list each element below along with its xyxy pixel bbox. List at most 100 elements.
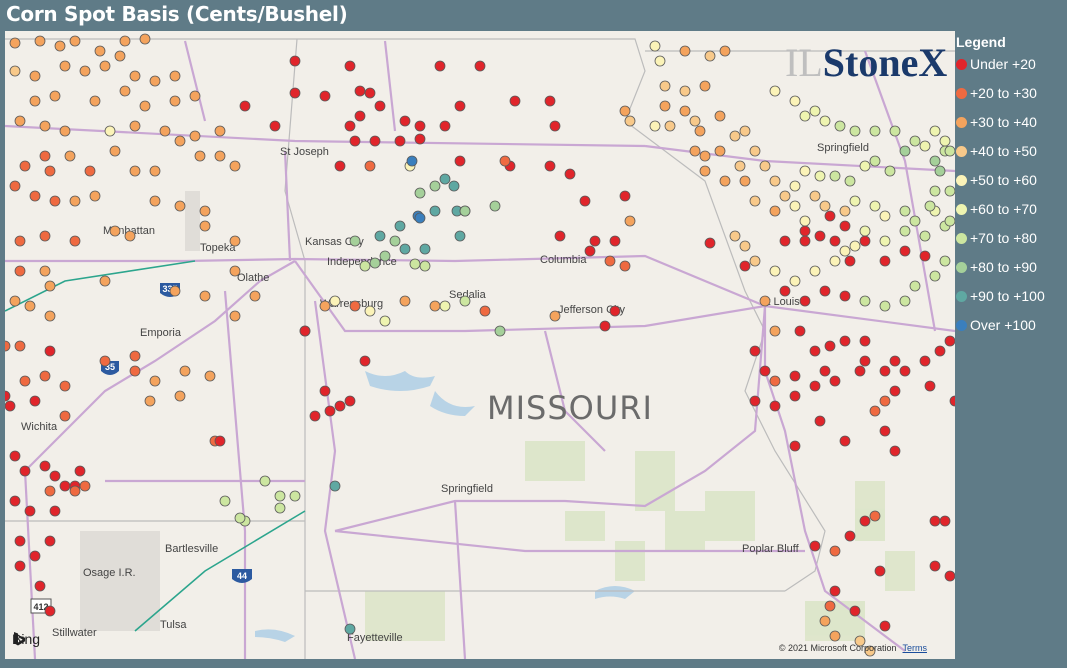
basis-point-marker[interactable] — [829, 630, 841, 642]
basis-point-marker[interactable] — [919, 355, 931, 367]
basis-point-marker[interactable] — [69, 485, 81, 497]
basis-point-marker[interactable] — [429, 300, 441, 312]
basis-point-marker[interactable] — [319, 385, 331, 397]
basis-point-marker[interactable] — [399, 243, 411, 255]
basis-point-marker[interactable] — [599, 320, 611, 332]
basis-point-marker[interactable] — [769, 265, 781, 277]
basis-point-marker[interactable] — [799, 165, 811, 177]
basis-point-marker[interactable] — [249, 290, 261, 302]
basis-point-marker[interactable] — [759, 295, 771, 307]
basis-point-marker[interactable] — [374, 100, 386, 112]
basis-point-marker[interactable] — [14, 560, 26, 572]
basis-point-marker[interactable] — [214, 435, 226, 447]
basis-point-marker[interactable] — [169, 285, 181, 297]
basis-point-marker[interactable] — [544, 95, 556, 107]
basis-point-marker[interactable] — [344, 623, 356, 635]
basis-point-marker[interactable] — [944, 335, 955, 347]
basis-point-marker[interactable] — [704, 50, 716, 62]
basis-point-marker[interactable] — [699, 150, 711, 162]
basis-point-marker[interactable] — [824, 600, 836, 612]
basis-point-marker[interactable] — [919, 140, 931, 152]
basis-point-marker[interactable] — [609, 235, 621, 247]
basis-point-marker[interactable] — [809, 190, 821, 202]
basis-point-marker[interactable] — [59, 480, 71, 492]
basis-point-marker[interactable] — [829, 545, 841, 557]
basis-point-marker[interactable] — [29, 190, 41, 202]
basis-point-marker[interactable] — [99, 60, 111, 72]
basis-point-marker[interactable] — [944, 215, 955, 227]
basis-point-marker[interactable] — [14, 265, 26, 277]
basis-point-marker[interactable] — [19, 375, 31, 387]
basis-point-marker[interactable] — [289, 55, 301, 67]
basis-point-marker[interactable] — [769, 325, 781, 337]
basis-point-marker[interactable] — [809, 105, 821, 117]
basis-point-marker[interactable] — [439, 300, 451, 312]
basis-point-marker[interactable] — [454, 155, 466, 167]
basis-point-marker[interactable] — [839, 435, 851, 447]
basis-point-marker[interactable] — [344, 120, 356, 132]
basis-point-marker[interactable] — [829, 235, 841, 247]
basis-point-marker[interactable] — [854, 365, 866, 377]
basis-point-marker[interactable] — [849, 195, 861, 207]
basis-point-marker[interactable] — [689, 145, 701, 157]
basis-point-marker[interactable] — [924, 200, 936, 212]
basis-point-marker[interactable] — [44, 280, 56, 292]
basis-point-marker[interactable] — [204, 370, 216, 382]
basis-point-marker[interactable] — [679, 85, 691, 97]
basis-point-marker[interactable] — [549, 310, 561, 322]
basis-point-marker[interactable] — [829, 585, 841, 597]
basis-point-marker[interactable] — [99, 355, 111, 367]
basis-point-marker[interactable] — [554, 230, 566, 242]
basis-point-marker[interactable] — [929, 155, 941, 167]
basis-point-marker[interactable] — [789, 440, 801, 452]
basis-point-marker[interactable] — [699, 80, 711, 92]
basis-point-marker[interactable] — [44, 165, 56, 177]
basis-point-marker[interactable] — [769, 175, 781, 187]
basis-point-marker[interactable] — [879, 425, 891, 437]
basis-point-marker[interactable] — [769, 400, 781, 412]
basis-point-marker[interactable] — [399, 295, 411, 307]
basis-point-marker[interactable] — [324, 405, 336, 417]
basis-point-marker[interactable] — [454, 230, 466, 242]
basis-point-marker[interactable] — [879, 235, 891, 247]
basis-point-marker[interactable] — [944, 185, 955, 197]
basis-point-marker[interactable] — [239, 100, 251, 112]
basis-point-marker[interactable] — [839, 205, 851, 217]
basis-point-marker[interactable] — [789, 200, 801, 212]
basis-point-marker[interactable] — [229, 310, 241, 322]
basis-point-marker[interactable] — [929, 185, 941, 197]
basis-point-marker[interactable] — [844, 530, 856, 542]
basis-point-marker[interactable] — [889, 355, 901, 367]
basis-point-marker[interactable] — [369, 257, 381, 269]
basis-point-marker[interactable] — [69, 35, 81, 47]
basis-point-marker[interactable] — [739, 175, 751, 187]
basis-point-marker[interactable] — [749, 395, 761, 407]
basis-point-marker[interactable] — [149, 165, 161, 177]
basis-point-marker[interactable] — [414, 212, 426, 224]
basis-point-marker[interactable] — [624, 115, 636, 127]
basis-point-marker[interactable] — [799, 235, 811, 247]
basis-point-marker[interactable] — [899, 145, 911, 157]
basis-point-marker[interactable] — [199, 205, 211, 217]
basis-point-marker[interactable] — [929, 270, 941, 282]
basis-point-marker[interactable] — [944, 145, 955, 157]
basis-point-marker[interactable] — [479, 305, 491, 317]
basis-point-marker[interactable] — [944, 570, 955, 582]
basis-point-marker[interactable] — [44, 310, 56, 322]
basis-point-marker[interactable] — [874, 565, 886, 577]
basis-point-marker[interactable] — [809, 345, 821, 357]
basis-point-marker[interactable] — [309, 410, 321, 422]
basis-point-marker[interactable] — [924, 380, 936, 392]
basis-point-marker[interactable] — [779, 190, 791, 202]
basis-point-marker[interactable] — [884, 165, 896, 177]
basis-point-marker[interactable] — [829, 170, 841, 182]
basis-point-marker[interactable] — [859, 160, 871, 172]
basis-point-marker[interactable] — [299, 325, 311, 337]
basis-point-marker[interactable] — [939, 135, 951, 147]
basis-point-marker[interactable] — [714, 145, 726, 157]
basis-point-marker[interactable] — [349, 300, 361, 312]
basis-point-marker[interactable] — [839, 290, 851, 302]
basis-point-marker[interactable] — [919, 230, 931, 242]
basis-point-marker[interactable] — [406, 155, 418, 167]
basis-point-marker[interactable] — [189, 130, 201, 142]
